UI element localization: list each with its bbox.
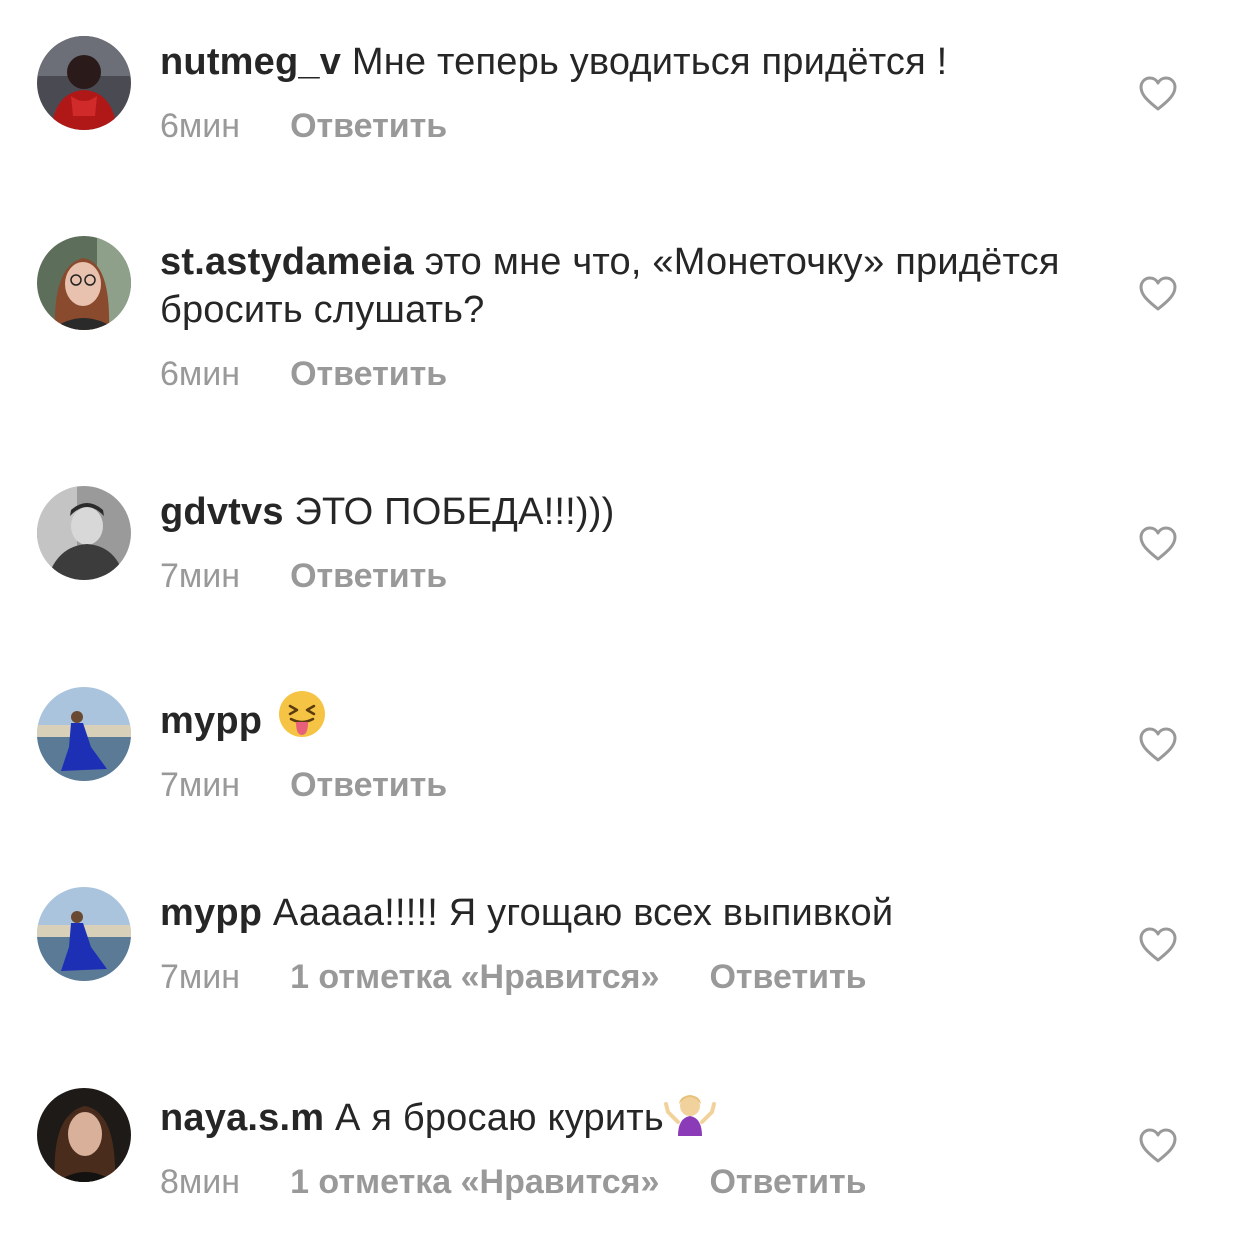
comment-meta: 7мин 1 отметка «Нравится» Ответить xyxy=(160,957,1080,997)
likes-count[interactable]: 1 отметка «Нравится» xyxy=(290,957,659,997)
avatar-blue-dress-icon xyxy=(37,687,131,781)
comment-body: Мне теперь уводиться придётся ! xyxy=(351,41,948,83)
avatar-dark-woman-icon xyxy=(37,1088,131,1182)
heart-icon[interactable] xyxy=(1138,1128,1178,1164)
avatar[interactable] xyxy=(37,486,131,580)
avatar-glasses-woman-icon xyxy=(37,236,131,330)
avatar-red-coat-icon xyxy=(37,36,131,130)
reply-button[interactable]: Ответить xyxy=(709,1162,866,1202)
avatar-blue-dress-icon xyxy=(37,887,131,981)
comment-body: ЭТО ПОБЕДА!!!))) xyxy=(294,491,615,533)
comment-text: mypp xyxy=(160,689,1080,745)
heart-icon[interactable] xyxy=(1138,727,1178,763)
comment-text: nutmeg_v Мне теперь уводиться придётся ! xyxy=(160,38,1080,86)
comment-time: 6мин xyxy=(160,355,241,393)
comment-body: Ааааа!!!!! Я угощаю всех выпивкой xyxy=(272,892,894,934)
comment-meta: 7мин Ответить xyxy=(160,556,1080,596)
reply-button[interactable]: Ответить xyxy=(709,957,866,997)
reply-button[interactable]: Ответить xyxy=(290,765,447,805)
avatar[interactable] xyxy=(37,687,131,781)
comment-body: А я бросаю курить xyxy=(335,1097,664,1139)
comment-username[interactable]: nutmeg_v xyxy=(160,41,341,83)
comment-username[interactable]: gdvtvs xyxy=(160,491,284,533)
reply-button[interactable]: Ответить xyxy=(290,354,447,394)
heart-icon[interactable] xyxy=(1138,927,1178,963)
heart-icon[interactable] xyxy=(1138,276,1178,312)
comment-meta: 6мин Ответить xyxy=(160,354,1080,394)
avatar[interactable] xyxy=(37,36,131,130)
comment-time: 7мин xyxy=(160,766,241,804)
comment-text: gdvtvs ЭТО ПОБЕДА!!!))) xyxy=(160,488,1080,536)
heart-icon[interactable] xyxy=(1138,526,1178,562)
comment-username[interactable]: mypp xyxy=(160,700,262,742)
comment-time: 6мин xyxy=(160,107,241,145)
comment-username[interactable]: naya.s.m xyxy=(160,1097,324,1139)
comment-text: naya.s.m А я бросаю курить xyxy=(160,1090,1080,1142)
comment-time: 8мин xyxy=(160,1163,241,1201)
comment-time: 7мин xyxy=(160,958,241,996)
reply-button[interactable]: Ответить xyxy=(290,106,447,146)
comment-meta: 6мин Ответить xyxy=(160,106,1080,146)
comment-meta: 8мин 1 отметка «Нравится» Ответить xyxy=(160,1162,1080,1202)
comment-username[interactable]: mypp xyxy=(160,892,262,934)
shrug-emoji-icon xyxy=(663,1095,716,1136)
comment-text: mypp Ааааа!!!!! Я угощаю всех выпивкой xyxy=(160,889,1080,937)
comment-text: st.astydameia это мне что, «Монеточку» п… xyxy=(160,238,1080,334)
comment-username[interactable]: st.astydameia xyxy=(160,241,414,283)
avatar-grayscale-man-icon xyxy=(37,486,131,580)
reply-button[interactable]: Ответить xyxy=(290,556,447,596)
avatar[interactable] xyxy=(37,887,131,981)
comment-meta: 7мин Ответить xyxy=(160,765,1080,805)
avatar[interactable] xyxy=(37,1088,131,1182)
avatar[interactable] xyxy=(37,236,131,330)
comment-time: 7мин xyxy=(160,557,241,595)
heart-icon[interactable] xyxy=(1138,76,1178,112)
squinting-tongue-emoji-icon xyxy=(278,691,325,737)
likes-count[interactable]: 1 отметка «Нравится» xyxy=(290,1162,659,1202)
